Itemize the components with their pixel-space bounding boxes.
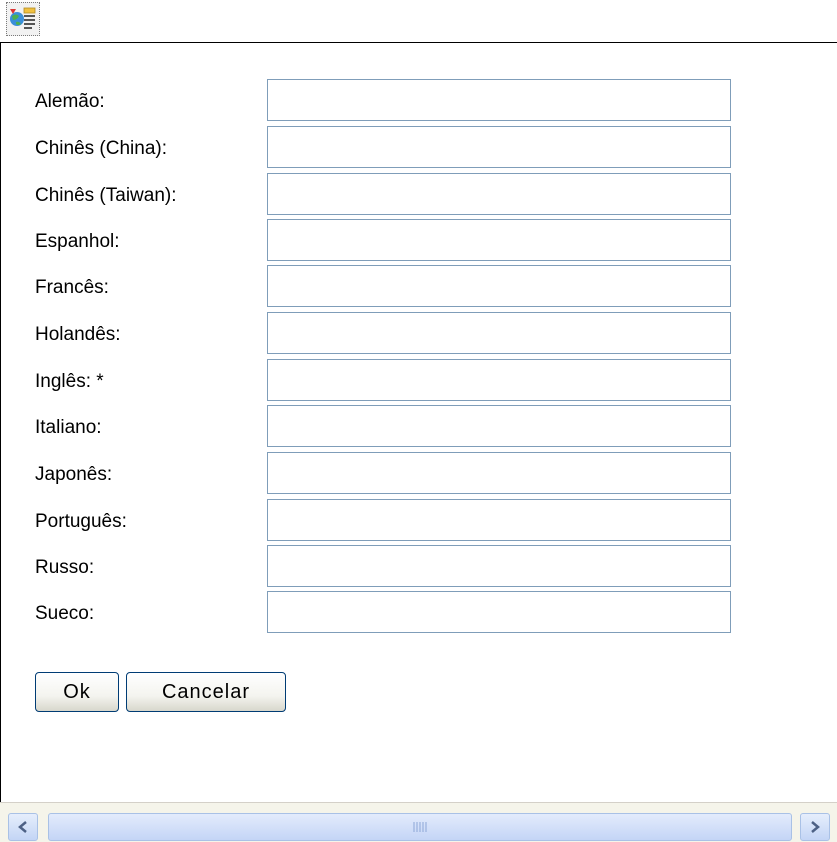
field-label: Chinês (Taiwan): — [35, 185, 177, 206]
espanhol-input[interactable] — [267, 219, 731, 261]
field-row-frances: Francês: — [1, 265, 837, 309]
scroll-left-button[interactable] — [8, 813, 38, 841]
field-label: Espanhol: — [35, 231, 120, 252]
chines-china-input[interactable] — [267, 126, 731, 168]
cancel-button[interactable]: Cancelar — [126, 672, 286, 712]
alemao-input[interactable] — [267, 79, 731, 121]
field-row-espanhol: Espanhol: — [1, 219, 837, 263]
field-row-russo: Russo: — [1, 545, 837, 589]
field-label: Sueco: — [35, 603, 95, 624]
japones-input[interactable] — [267, 452, 731, 494]
field-label: Inglês: * — [35, 371, 104, 392]
field-row-chines-taiwan: Chinês (Taiwan): — [1, 173, 837, 217]
holandes-input[interactable] — [267, 312, 731, 354]
scroll-thumb[interactable] — [48, 813, 792, 841]
italiano-input[interactable] — [267, 405, 731, 447]
chevron-left-icon — [18, 821, 27, 833]
field-label: Holandês: — [35, 324, 121, 345]
scroll-right-button[interactable] — [800, 813, 830, 841]
frances-input[interactable] — [267, 265, 731, 307]
field-label: Japonês: — [35, 464, 113, 485]
sueco-input[interactable] — [267, 591, 731, 633]
field-row-italiano: Italiano: — [1, 405, 837, 449]
field-label: Português: — [35, 511, 127, 532]
chines-taiwan-input[interactable] — [267, 173, 731, 215]
field-label: Italiano: — [35, 417, 102, 438]
horizontal-scrollbar[interactable] — [0, 802, 837, 842]
ingles-input[interactable] — [267, 359, 731, 401]
field-row-alemao: Alemão: — [1, 79, 837, 123]
portugues-input[interactable] — [267, 499, 731, 541]
field-label: Chinês (China): — [35, 138, 167, 159]
field-row-sueco: Sueco: — [1, 591, 837, 635]
translate-icon[interactable] — [6, 2, 40, 36]
field-row-holandes: Holandês: — [1, 312, 837, 356]
field-label: Francês: — [35, 277, 109, 298]
chevron-right-icon — [811, 821, 820, 833]
field-row-chines-china: Chinês (China): — [1, 126, 837, 170]
field-row-japones: Japonês: — [1, 452, 837, 496]
field-label: Russo: — [35, 557, 95, 578]
field-row-ingles: Inglês: * — [1, 359, 837, 403]
russo-input[interactable] — [267, 545, 731, 587]
field-row-portugues: Português: — [1, 499, 837, 543]
field-label: Alemão: — [35, 91, 105, 112]
ok-button[interactable]: Ok — [35, 672, 119, 712]
grip-icon — [413, 822, 427, 832]
